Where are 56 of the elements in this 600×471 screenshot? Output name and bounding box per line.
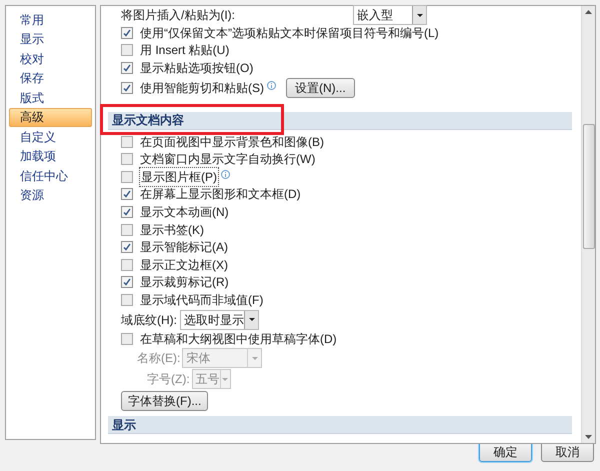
checkbox-label[interactable]: 显示图片框(P) bbox=[140, 168, 218, 186]
field-label: 将图片插入/粘贴为(I): bbox=[121, 7, 236, 24]
checkbox-label[interactable]: 用 Insert 粘贴(U) bbox=[140, 41, 230, 60]
checkbox-label[interactable]: 使用智能剪切和粘贴(S) bbox=[140, 78, 264, 97]
checkbox[interactable] bbox=[121, 44, 133, 56]
checkbox[interactable] bbox=[121, 26, 133, 39]
dropdown-field[interactable]: 选取时显示 bbox=[180, 310, 259, 330]
sidebar-item[interactable]: 常用 bbox=[9, 10, 92, 29]
field-label: 字号(Z): bbox=[147, 371, 190, 388]
checkbox[interactable] bbox=[121, 224, 133, 236]
checkbox-label[interactable]: 显示正文边框(X) bbox=[140, 256, 228, 274]
settings-button[interactable]: 设置(N)... bbox=[286, 78, 355, 98]
sidebar-item[interactable]: 信任中心 bbox=[9, 166, 92, 185]
checkbox[interactable] bbox=[121, 170, 133, 183]
sidebar-item[interactable]: 加载项 bbox=[9, 146, 92, 166]
scroll-down-icon[interactable] bbox=[585, 435, 592, 439]
sidebar-item[interactable]: 保存 bbox=[9, 68, 92, 88]
checkbox[interactable] bbox=[121, 258, 133, 271]
checkbox-label[interactable]: 在屏幕上显示图形和文本框(D) bbox=[140, 185, 301, 204]
sidebar-item[interactable]: 版式 bbox=[9, 88, 92, 107]
checkbox-label[interactable]: 显示粘贴选项按钮(O) bbox=[140, 58, 254, 77]
section-header: 显示 bbox=[108, 416, 572, 434]
dropdown-field[interactable]: 嵌入型 bbox=[353, 5, 427, 25]
checkbox-label[interactable]: 显示书签(K) bbox=[140, 220, 204, 239]
scroll-thumb[interactable] bbox=[582, 124, 594, 249]
checkbox-label[interactable]: 显示裁剪标记(R) bbox=[140, 273, 229, 292]
field-label: 域底纹(H): bbox=[121, 312, 177, 329]
checkbox[interactable] bbox=[121, 294, 133, 306]
checkbox[interactable] bbox=[121, 62, 133, 74]
sidebar-item[interactable]: 显示 bbox=[9, 30, 92, 48]
font-substitution-button[interactable]: 字体替换(F)... bbox=[121, 391, 208, 412]
checkbox-label[interactable]: 在页面视图中显示背景色和图像(B) bbox=[140, 132, 324, 151]
checkbox[interactable] bbox=[121, 241, 133, 254]
checkbox[interactable] bbox=[121, 82, 133, 94]
checkbox[interactable] bbox=[121, 136, 133, 148]
checkbox-label[interactable]: 文档窗口内显示文字自动换行(W) bbox=[140, 150, 316, 168]
section-header: 显示文档内容 bbox=[108, 112, 572, 130]
checkbox-label[interactable]: 使用“仅保留文本”选项粘贴文本时保留项目符号和编号(L) bbox=[140, 24, 439, 42]
sidebar-item[interactable]: 资源 bbox=[9, 186, 92, 204]
checkbox[interactable] bbox=[121, 188, 133, 200]
sidebar-item[interactable]: 高级 bbox=[9, 108, 92, 126]
checkbox[interactable] bbox=[121, 332, 133, 345]
checkbox-label[interactable]: 在草稿和大纲视图中使用草稿字体(D) bbox=[140, 330, 337, 348]
checkbox[interactable] bbox=[121, 206, 133, 218]
scrollbar[interactable] bbox=[581, 6, 595, 443]
caret-icon[interactable] bbox=[416, 14, 422, 16]
sidebar-item[interactable]: 校对 bbox=[9, 49, 92, 68]
caret-icon[interactable] bbox=[248, 318, 254, 322]
scroll-up-icon[interactable] bbox=[585, 10, 592, 14]
sidebar-item[interactable]: 自定义 bbox=[9, 127, 92, 146]
checkbox-label[interactable]: 显示文本动画(N) bbox=[140, 202, 229, 221]
checkbox-label[interactable]: 显示域代码而非域值(F) bbox=[140, 290, 264, 309]
field-label: 名称(E): bbox=[137, 350, 180, 368]
checkbox[interactable] bbox=[121, 153, 133, 166]
checkbox[interactable] bbox=[121, 276, 133, 288]
checkbox-label[interactable]: 显示智能标记(A) bbox=[140, 238, 228, 256]
